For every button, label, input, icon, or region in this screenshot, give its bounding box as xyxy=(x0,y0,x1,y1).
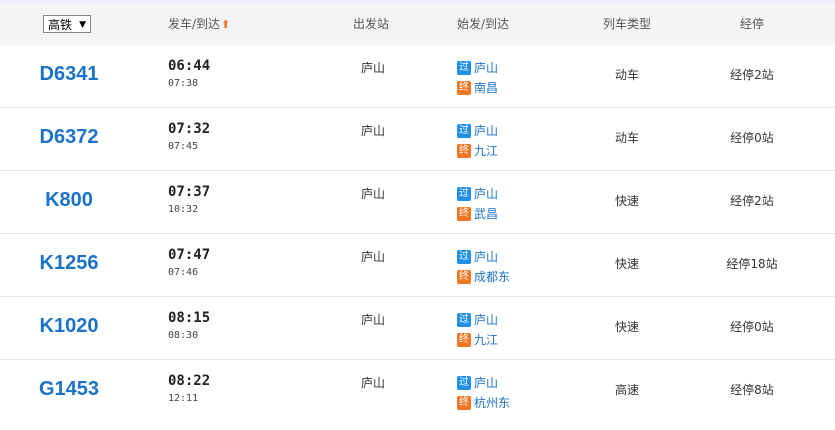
type-column-header: 列车类型 xyxy=(603,17,652,31)
route-cell: 过庐山 终杭州东 xyxy=(457,373,510,413)
terminal-tag-icon: 终 xyxy=(457,333,471,347)
stops-count-link[interactable]: 经停2站 xyxy=(712,45,792,107)
terminal-station-link[interactable]: 九江 xyxy=(474,142,498,160)
departure-station: 庐山 xyxy=(360,61,385,75)
time-column-label: 发车/到达 xyxy=(168,17,221,31)
departure-station: 庐山 xyxy=(360,313,385,327)
train-type: 动车 xyxy=(614,68,639,82)
train-type: 快速 xyxy=(614,257,639,271)
terminal-tag-icon: 终 xyxy=(457,81,471,95)
route-column-header: 始发/到达 xyxy=(457,17,510,31)
arrival-time: 07:45 xyxy=(168,141,199,152)
terminal-station-link[interactable]: 杭州东 xyxy=(474,394,510,412)
time-cell: 07:32 07:45 xyxy=(168,120,210,153)
train-type: 快速 xyxy=(614,194,639,208)
pass-tag-icon: 过 xyxy=(457,313,471,327)
train-number-link[interactable]: K800 xyxy=(0,171,138,233)
origin-station-link[interactable]: 庐山 xyxy=(474,311,498,329)
terminal-tag-icon: 终 xyxy=(457,207,471,221)
stops-count-link[interactable]: 经停8站 xyxy=(712,360,792,422)
table-row: K1020 08:15 08:30 庐山 过庐山 终九江 快速 经停0站 xyxy=(0,297,835,360)
train-type: 动车 xyxy=(614,131,639,145)
pass-tag-icon: 过 xyxy=(457,187,471,201)
origin-station-link[interactable]: 庐山 xyxy=(474,59,498,77)
train-number-link[interactable]: G1453 xyxy=(0,360,138,422)
train-number-link[interactable]: K1256 xyxy=(0,234,138,296)
table-body: D6341 06:44 07:38 庐山 过庐山 终南昌 动车 经停2站 D63… xyxy=(0,45,835,422)
departure-time: 08:22 xyxy=(168,373,211,389)
stops-count-link[interactable]: 经停0站 xyxy=(712,297,792,359)
time-cell: 07:47 07:46 xyxy=(168,246,210,279)
stops-count-link[interactable]: 经停18站 xyxy=(712,234,792,296)
terminal-tag-icon: 终 xyxy=(457,270,471,284)
departure-time: 07:32 xyxy=(168,121,211,137)
terminal-station-link[interactable]: 成都东 xyxy=(474,268,510,286)
origin-station-link[interactable]: 庐山 xyxy=(474,185,498,203)
origin-station-link[interactable]: 庐山 xyxy=(474,374,498,392)
terminal-station-link[interactable]: 武昌 xyxy=(474,205,498,223)
time-cell: 07:37 10:32 xyxy=(168,183,210,216)
stops-count-link[interactable]: 经停0站 xyxy=(712,108,792,170)
departure-station: 庐山 xyxy=(360,187,385,201)
departure-time: 07:37 xyxy=(168,184,211,200)
departure-station: 庐山 xyxy=(360,124,385,138)
station-column-header: 出发站 xyxy=(353,17,390,31)
pass-tag-icon: 过 xyxy=(457,61,471,75)
origin-station-link[interactable]: 庐山 xyxy=(474,122,498,140)
table-row: K1256 07:47 07:46 庐山 过庐山 终成都东 快速 经停18站 xyxy=(0,234,835,297)
table-header: 高铁 ▼ 发车/到达⬆ 出发站 始发/到达 列车类型 经停 xyxy=(0,3,835,45)
terminal-station-link[interactable]: 九江 xyxy=(474,331,498,349)
departure-station: 庐山 xyxy=(360,250,385,264)
departure-time: 06:44 xyxy=(168,58,211,74)
train-type: 快速 xyxy=(614,320,639,334)
arrival-time: 12:11 xyxy=(168,393,199,404)
train-number-link[interactable]: K1020 xyxy=(0,297,138,359)
train-number-link[interactable]: D6372 xyxy=(0,108,138,170)
arrival-time: 08:30 xyxy=(168,330,199,341)
chevron-down-icon: ▼ xyxy=(79,20,86,30)
stops-count-link[interactable]: 经停2站 xyxy=(712,171,792,233)
pass-tag-icon: 过 xyxy=(457,376,471,390)
arrival-time: 07:38 xyxy=(168,78,199,89)
train-number-link[interactable]: D6341 xyxy=(0,45,138,107)
terminal-tag-icon: 终 xyxy=(457,144,471,158)
train-type: 高速 xyxy=(614,383,639,397)
time-cell: 08:15 08:30 xyxy=(168,309,210,342)
train-schedule-table: 高铁 ▼ 发车/到达⬆ 出发站 始发/到达 列车类型 经停 D6341 06:4… xyxy=(0,0,835,430)
departure-station: 庐山 xyxy=(360,376,385,390)
time-cell: 08:22 12:11 xyxy=(168,372,210,405)
arrival-time: 10:32 xyxy=(168,204,199,215)
route-cell: 过庐山 终九江 xyxy=(457,310,498,350)
terminal-tag-icon: 终 xyxy=(457,396,471,410)
sort-arrow-icon: ⬆ xyxy=(221,18,231,31)
route-cell: 过庐山 终南昌 xyxy=(457,58,498,98)
table-row: D6341 06:44 07:38 庐山 过庐山 终南昌 动车 经停2站 xyxy=(0,45,835,108)
route-cell: 过庐山 终九江 xyxy=(457,121,498,161)
route-cell: 过庐山 终成都东 xyxy=(457,247,510,287)
terminal-station-link[interactable]: 南昌 xyxy=(474,79,498,97)
pass-tag-icon: 过 xyxy=(457,124,471,138)
stops-column-header: 经停 xyxy=(740,17,765,31)
table-row: K800 07:37 10:32 庐山 过庐山 终武昌 快速 经停2站 xyxy=(0,171,835,234)
departure-time: 07:47 xyxy=(168,247,211,263)
origin-station-link[interactable]: 庐山 xyxy=(474,248,498,266)
arrival-time: 07:46 xyxy=(168,267,199,278)
train-type-filter-select[interactable]: 高铁 ▼ xyxy=(43,15,91,33)
route-cell: 过庐山 终武昌 xyxy=(457,184,498,224)
sort-by-time-header[interactable]: 发车/到达⬆ xyxy=(168,3,230,45)
time-cell: 06:44 07:38 xyxy=(168,57,210,90)
departure-time: 08:15 xyxy=(168,310,211,326)
pass-tag-icon: 过 xyxy=(457,250,471,264)
table-row: G1453 08:22 12:11 庐山 过庐山 终杭州东 高速 经停8站 xyxy=(0,360,835,422)
filter-selected-value: 高铁 xyxy=(48,18,73,32)
table-row: D6372 07:32 07:45 庐山 过庐山 终九江 动车 经停0站 xyxy=(0,108,835,171)
